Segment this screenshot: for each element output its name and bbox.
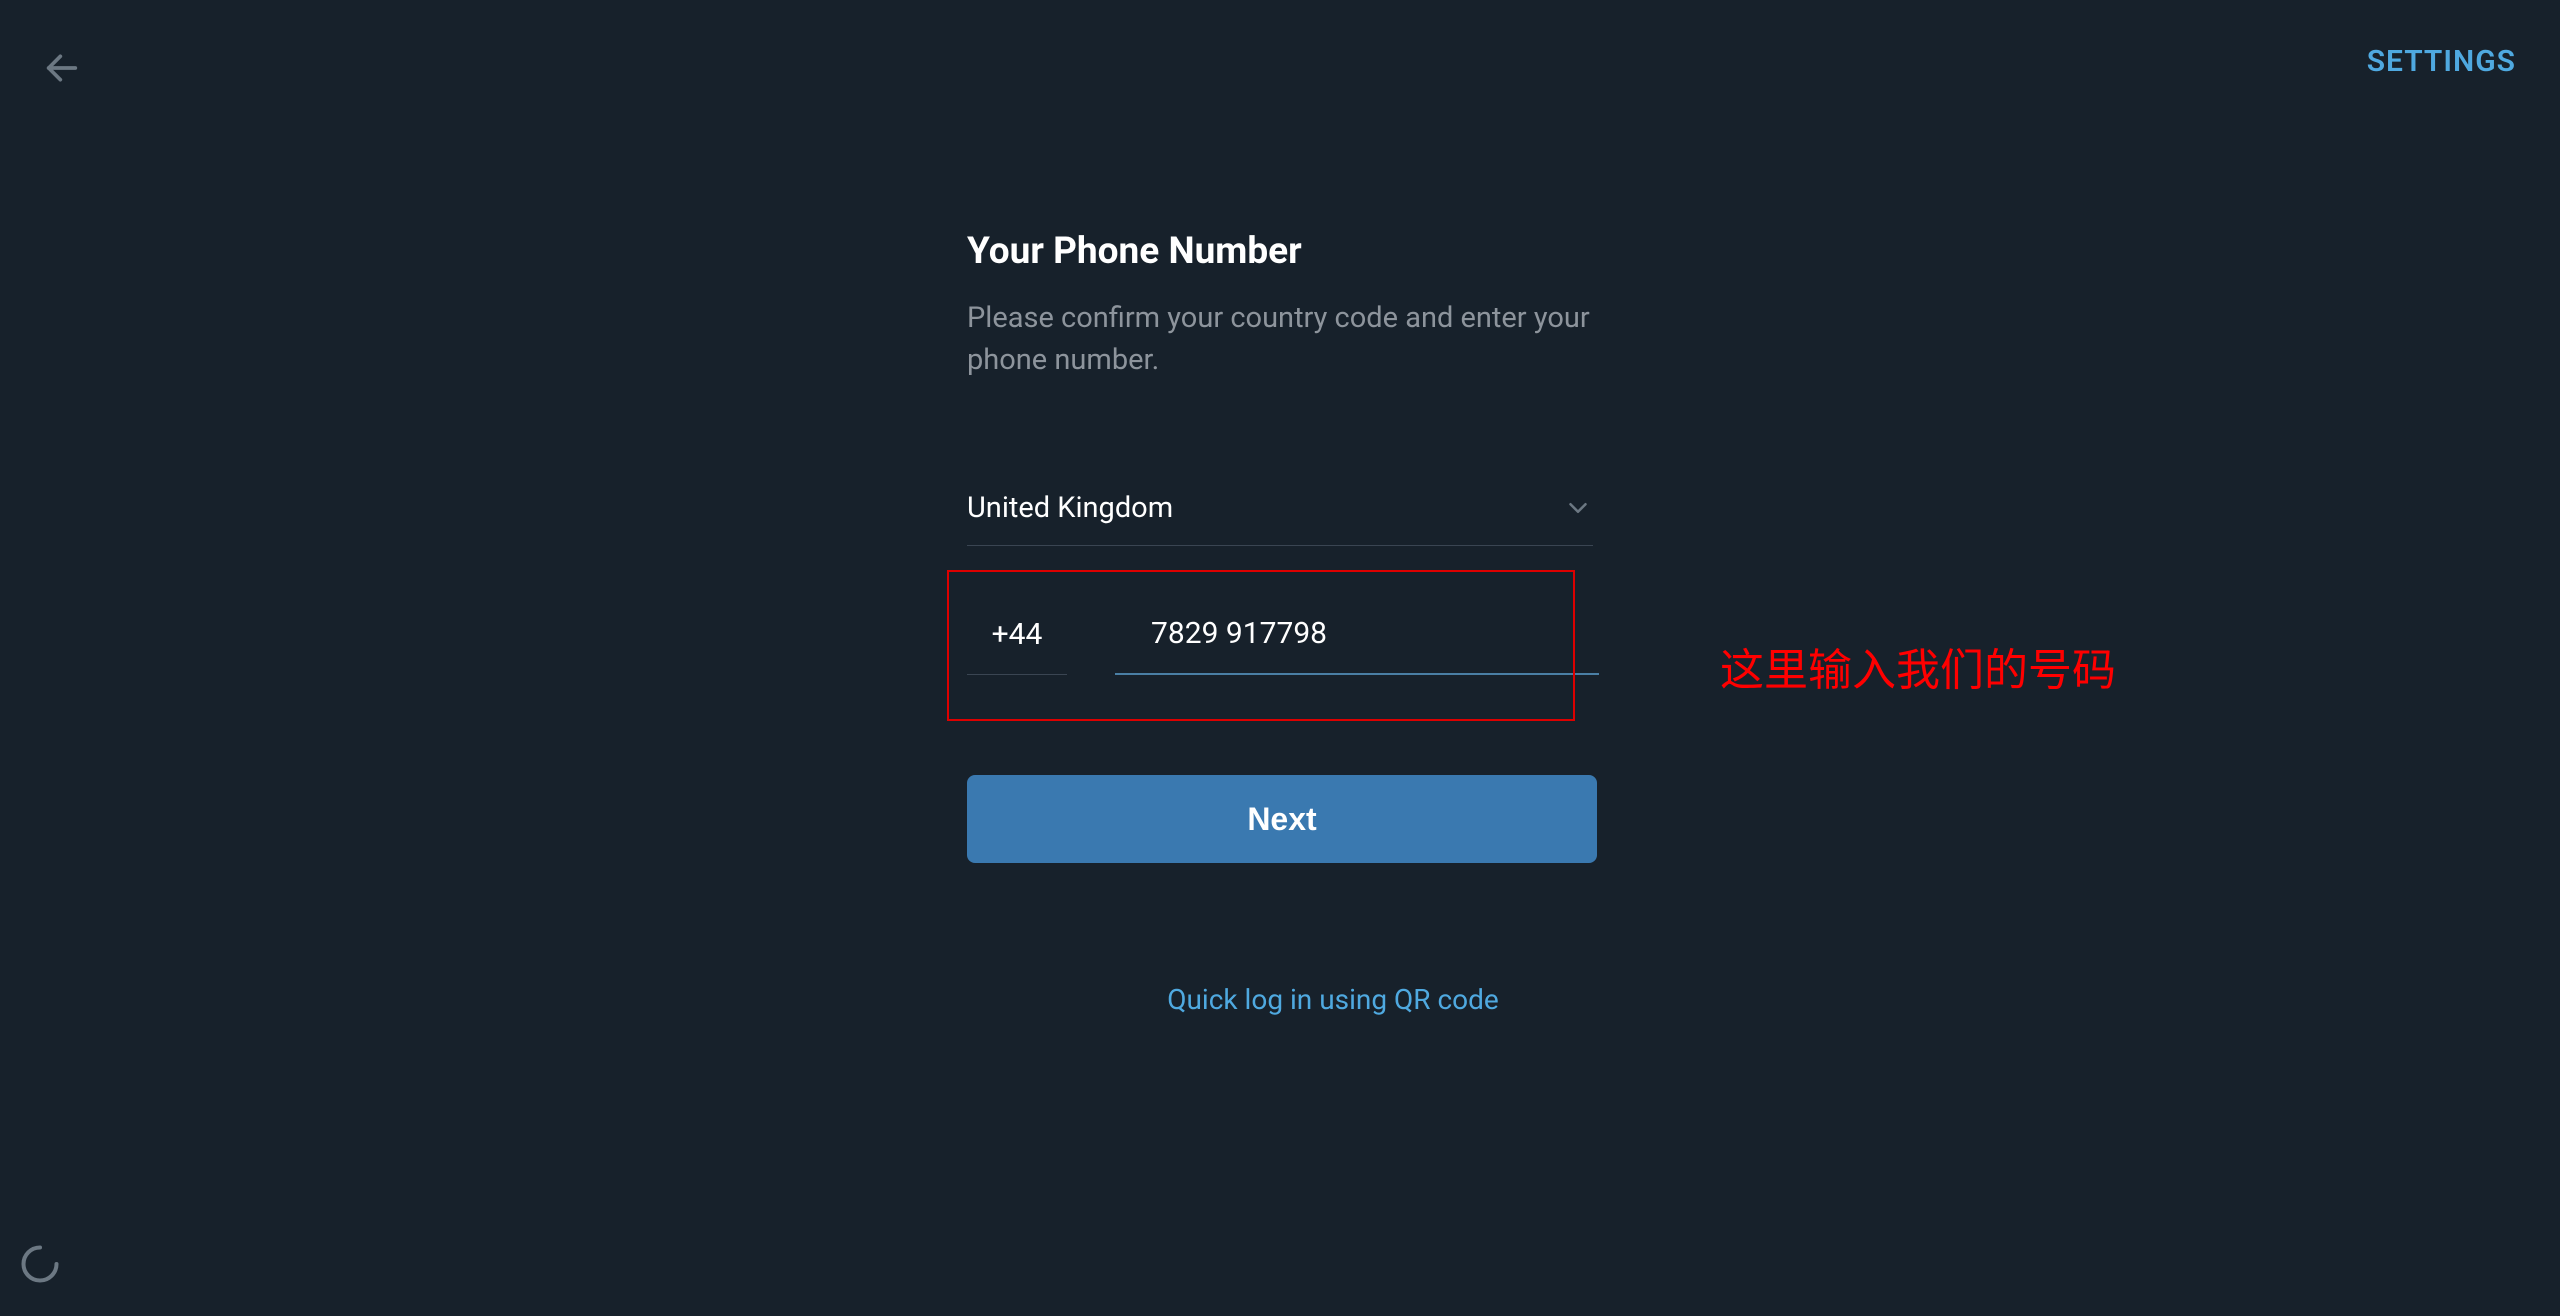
phone-input-row: +44 7829 917798 [967,616,1599,675]
next-button[interactable]: Next [967,775,1597,863]
qr-login-link[interactable]: Quick log in using QR code [967,983,1599,1016]
loading-spinner-icon [18,1242,62,1286]
annotation-text: 这里输入我们的号码 [1720,634,2116,698]
settings-link[interactable]: SETTINGS [2367,44,2516,79]
country-selector[interactable]: United Kingdom [967,491,1593,546]
arrow-left-icon [42,48,82,88]
back-button[interactable] [42,48,82,92]
country-code-input[interactable]: +44 [967,617,1067,675]
country-name: United Kingdom [967,491,1173,525]
chevron-down-icon [1563,493,1593,523]
page-subtitle: Please confirm your country code and ent… [967,297,1599,381]
login-form: Your Phone Number Please confirm your co… [967,230,1599,1016]
phone-number-input[interactable]: 7829 917798 [1115,616,1599,675]
page-title: Your Phone Number [967,230,1599,273]
